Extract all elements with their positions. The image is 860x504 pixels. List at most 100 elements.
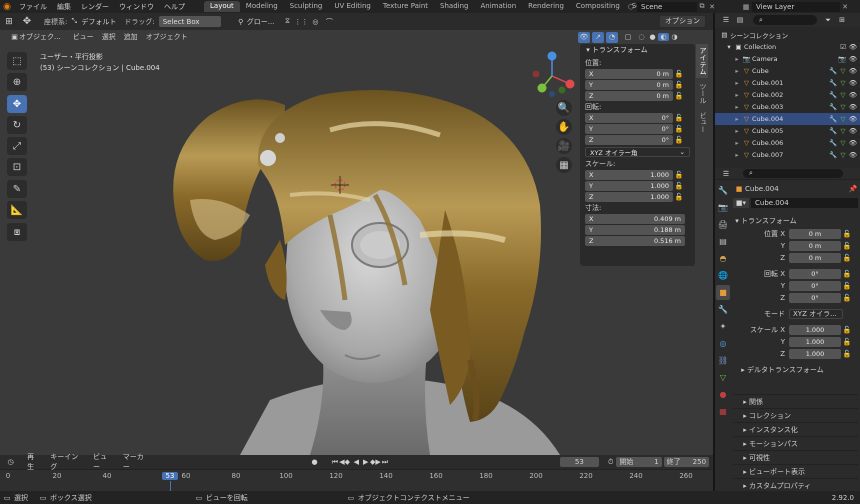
property-field[interactable]: 1.000: [789, 337, 841, 347]
workspace-tab[interactable]: Animation: [474, 1, 522, 12]
expand-icon[interactable]: ▸: [733, 151, 741, 159]
menu-item[interactable]: 編集: [52, 2, 76, 12]
current-frame[interactable]: 53: [559, 457, 600, 467]
pin-icon[interactable]: 📌: [848, 185, 858, 193]
lock-icon[interactable]: 🔓: [673, 125, 685, 133]
output-tab-icon[interactable]: 🖨: [716, 217, 730, 232]
scene-copy-icon[interactable]: ⧉: [697, 2, 707, 11]
pivot-dropdown[interactable]: ⚲ グロー...: [235, 17, 274, 27]
playback-menu[interactable]: 再生: [27, 452, 40, 472]
overlay-toggle-icon[interactable]: ◔: [606, 31, 618, 43]
delta-transform-section[interactable]: ▸ デルタトランスフォーム: [733, 364, 858, 376]
property-section[interactable]: ▸ モーションパス: [733, 436, 858, 450]
constraints-tab-icon[interactable]: ⛓: [716, 353, 730, 368]
lock-icon[interactable]: 🔓: [673, 114, 685, 122]
scene-selector[interactable]: ⬡ Scene ⧉ ✕: [625, 1, 717, 12]
timeline-scrubber[interactable]: 0 20 40 53 60 80 100 120 140 160 180 200 220 240 260: [0, 470, 713, 491]
transform-panel-header[interactable]: ▾ トランスフォーム: [580, 44, 695, 56]
property-section[interactable]: ▸ カスタムプロパティ: [733, 478, 858, 492]
expand-icon[interactable]: ▸: [733, 67, 741, 75]
property-field[interactable]: 0 m: [789, 253, 841, 263]
outliner-item[interactable]: ▸ ▽ Cube.007 🔧 ▽ 👁: [715, 149, 860, 161]
lock-icon[interactable]: 🔓: [841, 230, 853, 238]
eye-icon[interactable]: 👁: [848, 139, 858, 147]
data-tab-icon[interactable]: ▽: [716, 370, 730, 385]
outliner-collection[interactable]: ▾ ▣ Collection ☑ 👁: [715, 41, 860, 53]
property-field[interactable]: 0°: [789, 281, 841, 291]
xray-icon[interactable]: ▢: [622, 33, 634, 41]
outliner-item[interactable]: ▸ ▽ Cube.004 🔧 ▽ 👁: [715, 113, 860, 125]
property-field[interactable]: 0 m: [789, 229, 841, 239]
modifier-tab-icon[interactable]: 🔧: [716, 302, 730, 317]
outliner-editor-icon[interactable]: ☰: [719, 16, 733, 24]
property-section[interactable]: ▸ インスタンス化: [733, 422, 858, 436]
cursor-tool[interactable]: ⊕: [7, 73, 27, 91]
gizmo-toggle-icon[interactable]: ↗: [592, 31, 604, 43]
prev-key-icon[interactable]: ◀◆: [339, 458, 350, 466]
location-field[interactable]: Z 0 m: [585, 91, 673, 101]
property-field[interactable]: 0°: [789, 293, 841, 303]
lock-icon[interactable]: 🔓: [841, 254, 853, 262]
workspace-tab[interactable]: UV Editing: [328, 1, 377, 12]
proportional-edit-icon[interactable]: ◎: [308, 18, 322, 26]
rotate-tool[interactable]: ↻: [7, 116, 27, 134]
mode-dropdown[interactable]: ▣ オブジェク...: [6, 31, 65, 43]
marker-menu[interactable]: マーカー: [123, 452, 149, 472]
outliner-item[interactable]: ▸ ▽ Cube.005 🔧 ▽ 👁: [715, 125, 860, 137]
expand-icon[interactable]: ▸: [733, 127, 741, 135]
workspace-tab[interactable]: Compositing: [570, 1, 626, 12]
add-cube-tool[interactable]: ⧆: [7, 223, 27, 241]
scale-tool[interactable]: ⤢: [7, 137, 27, 155]
workspace-tab[interactable]: Modeling: [240, 1, 284, 12]
lock-icon[interactable]: 🔓: [673, 92, 685, 100]
lock-icon[interactable]: 🔓: [673, 193, 685, 201]
rotation-field[interactable]: Y 0°: [585, 124, 673, 134]
properties-search[interactable]: ⌕: [743, 169, 843, 178]
scale-field[interactable]: X 1.000: [585, 170, 673, 180]
workspace-tab[interactable]: Sculpting: [284, 1, 329, 12]
dimensions-field[interactable]: X 0.409 m: [585, 214, 685, 224]
chevron-down-icon[interactable]: ▾: [725, 43, 733, 51]
start-frame-field[interactable]: 開始 1: [616, 457, 662, 467]
lock-icon[interactable]: 🔓: [841, 326, 853, 334]
eye-icon[interactable]: 👁: [848, 55, 858, 63]
outliner-item[interactable]: ▸ ▽ Cube 🔧 ▽ 👁: [715, 65, 860, 77]
expand-icon[interactable]: ▸: [733, 115, 741, 123]
lock-icon[interactable]: 🔓: [673, 136, 685, 144]
pan-hand-icon[interactable]: ✋: [556, 119, 572, 135]
filter-icon[interactable]: ⏷: [821, 16, 835, 25]
property-section[interactable]: ▸ ビューポート表示: [733, 464, 858, 478]
drag-dropdown[interactable]: Select Box: [158, 16, 221, 27]
keying-menu[interactable]: キーイング: [50, 452, 83, 472]
viewport-menu-view[interactable]: ビュー: [73, 32, 94, 42]
eye-icon[interactable]: 👁: [848, 79, 858, 87]
new-collection-icon[interactable]: ⊞: [835, 16, 849, 24]
menu-item[interactable]: ウィンドウ: [114, 2, 159, 12]
lock-icon[interactable]: 🔓: [673, 182, 685, 190]
blender-logo-icon[interactable]: ◉: [0, 2, 14, 12]
workspace-tab[interactable]: Rendering: [522, 1, 570, 12]
lock-icon[interactable]: 🔓: [673, 81, 685, 89]
viewport-menu-object[interactable]: オブジェクト: [146, 32, 188, 42]
object-browse-icon[interactable]: ■▾: [733, 198, 749, 208]
world-tab-icon[interactable]: 🌐: [716, 268, 730, 283]
move-tool[interactable]: ✥: [7, 95, 27, 113]
record-icon[interactable]: ●: [309, 458, 320, 466]
jump-start-icon[interactable]: ⏮: [330, 458, 339, 467]
expand-icon[interactable]: ▸: [733, 103, 741, 111]
transform-tool-icon[interactable]: ✥: [18, 16, 36, 27]
menu-item[interactable]: レンダー: [76, 2, 114, 12]
physics-tab-icon[interactable]: ◎: [716, 336, 730, 351]
display-mode-icon[interactable]: ▤: [733, 16, 747, 24]
playhead[interactable]: 53: [162, 472, 178, 480]
object-tab-icon[interactable]: ■: [716, 285, 730, 300]
end-frame-field[interactable]: 終了 250: [663, 457, 710, 467]
workspace-tab[interactable]: Layout: [204, 1, 240, 12]
view-layer-selector[interactable]: ▦ View Layer ✕: [740, 1, 850, 12]
shading-material-icon[interactable]: ◐: [658, 33, 669, 41]
tab-tool[interactable]: ツール: [696, 80, 708, 107]
options-dropdown[interactable]: オプション: [660, 16, 705, 27]
outliner-item[interactable]: ▸ ▽ Cube.002 🔧 ▽ 👁: [715, 89, 860, 101]
lock-icon[interactable]: 🔓: [841, 294, 853, 302]
scene-tab-icon[interactable]: ◓: [716, 251, 730, 266]
